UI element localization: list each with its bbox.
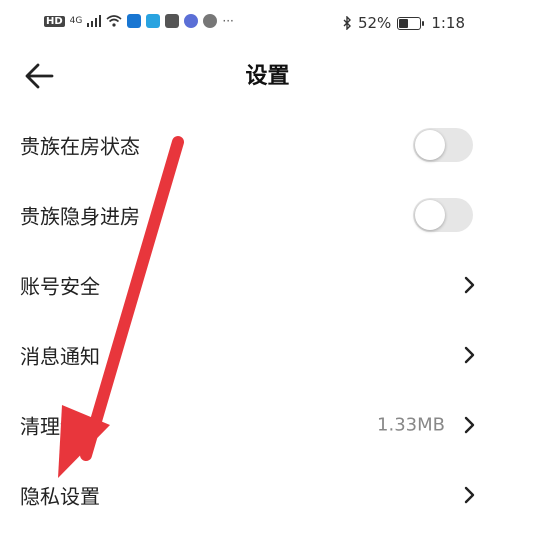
setting-label: 消息通知 [20, 344, 100, 369]
setting-privacy[interactable]: 隐私设置 [0, 460, 535, 530]
status-left-icons: HD 4G ··· [44, 14, 234, 28]
setting-label: 贵族在房状态 [20, 134, 140, 159]
settings-app-icon [203, 14, 218, 28]
setting-label: 清理缓存 [20, 414, 100, 439]
status-bar: HD 4G ··· 52% 1:18 [0, 0, 535, 48]
search-app-icon [146, 14, 161, 28]
page-title: 设置 [245, 64, 290, 89]
noble-invisible-entry-toggle[interactable] [413, 198, 473, 232]
music-app-icon [184, 14, 199, 28]
setting-clear-cache[interactable]: 清理缓存 1.33MB [0, 390, 535, 460]
battery-icon [397, 16, 425, 30]
cache-size-value: 1.33MB [377, 414, 445, 436]
wifi-icon [106, 15, 122, 27]
setting-noble-invisible-entry[interactable]: 贵族隐身进房 [0, 180, 535, 250]
more-notifications-icon: ··· [222, 14, 234, 28]
signal-icon [87, 15, 102, 27]
setting-label: 贵族隐身进房 [20, 204, 140, 229]
chevron-right-icon [464, 416, 475, 434]
chevron-right-icon [464, 346, 475, 364]
chevron-right-icon [464, 276, 475, 294]
network-type-label: 4G [69, 16, 83, 26]
settings-list: 贵族在房状态 贵族隐身进房 账号安全 消息通知 清理缓存 1.33MB 隐私设置 [0, 110, 535, 530]
toggle-knob [415, 130, 445, 160]
chevron-right-icon [464, 486, 475, 504]
app-header: 设置 [0, 48, 535, 104]
app-notification-icon [127, 14, 142, 28]
setting-label: 隐私设置 [20, 484, 100, 509]
bluetooth-icon [343, 16, 351, 30]
status-right-icons: 52% 1:18 [342, 14, 465, 32]
noble-room-status-toggle[interactable] [413, 128, 473, 162]
setting-message-notifications[interactable]: 消息通知 [0, 320, 535, 390]
hd-indicator: HD [44, 15, 65, 27]
battery-fill [399, 18, 409, 28]
setting-label: 账号安全 [20, 274, 100, 299]
setting-noble-room-status[interactable]: 贵族在房状态 [0, 110, 535, 180]
clock: 1:18 [431, 14, 465, 32]
setting-account-security[interactable]: 账号安全 [0, 250, 535, 320]
message-app-icon [165, 14, 180, 28]
battery-percent: 52% [357, 14, 392, 32]
toggle-knob [415, 200, 445, 230]
